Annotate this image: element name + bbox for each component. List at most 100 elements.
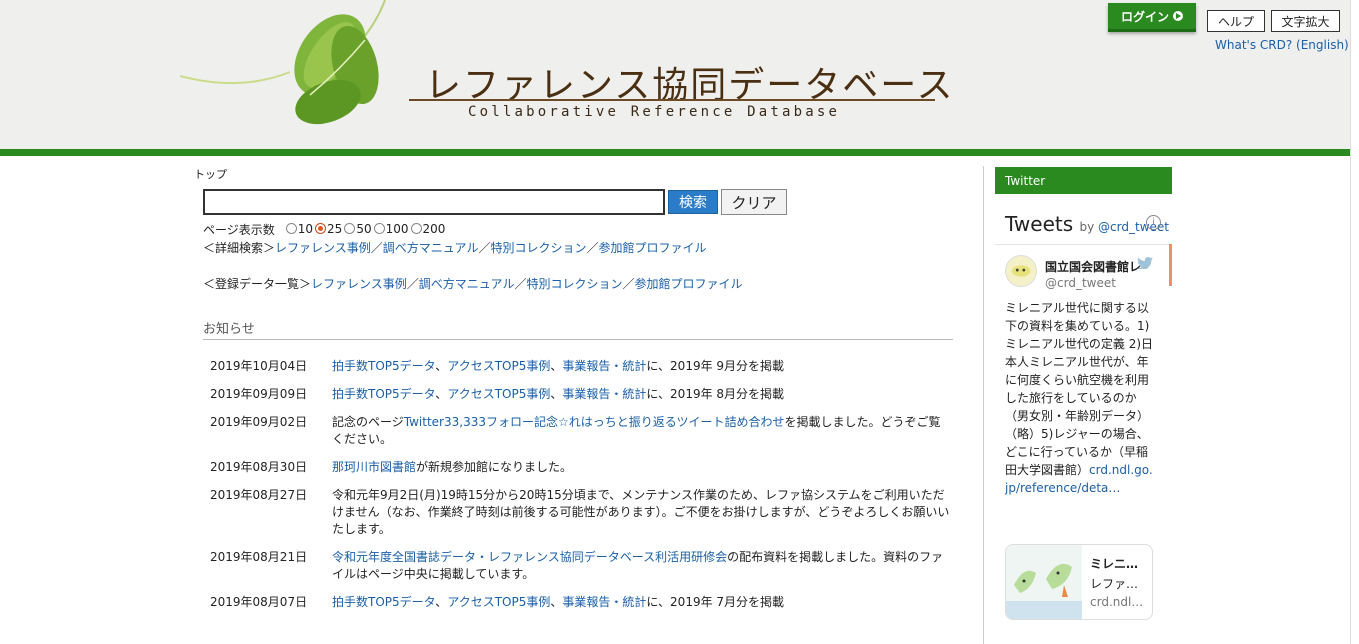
- page-size-radio-200[interactable]: 200: [410, 222, 445, 236]
- card-description: レファ…: [1090, 577, 1139, 591]
- notice-link[interactable]: アクセスTOP5事例: [447, 387, 550, 401]
- login-label: ログイン: [1120, 9, 1169, 24]
- mascot-icon: [1011, 265, 1031, 277]
- tweet-account-name[interactable]: 国立国会図書館レ: [1045, 258, 1140, 275]
- tweets-title: Tweets by @crd_tweet: [1005, 212, 1169, 236]
- notice-text: 拍手数TOP5データ、アクセスTOP5事例、事業報告・統計に、2019年 8月分…: [332, 386, 952, 403]
- radio-icon[interactable]: [315, 223, 327, 235]
- notice-text-part: 、: [435, 595, 448, 609]
- page-size-option-label: 50: [356, 221, 372, 236]
- separator: ／: [478, 241, 491, 255]
- arrow-right-icon: [1173, 11, 1183, 21]
- registered-data-link[interactable]: 調べ方マニュアル: [419, 277, 515, 291]
- notice-link[interactable]: 事業報告・統計: [562, 387, 646, 401]
- notice-link[interactable]: Twitter33,333フォロー記念☆れはっちと振り返るツイート詰め合わせ: [404, 415, 785, 429]
- radio-icon[interactable]: [373, 223, 385, 235]
- notice-link[interactable]: 拍手数TOP5データ: [332, 359, 435, 373]
- leaf-logo-icon: [180, 0, 386, 125]
- login-button[interactable]: ログイン: [1108, 3, 1196, 32]
- twitter-bird-icon[interactable]: [1137, 257, 1153, 270]
- registered-data-links: ＜登録データ一覧＞レファレンス事例／調べ方マニュアル／特別コレクション／参加館プ…: [203, 275, 743, 292]
- notice-date: 2019年09月02日: [210, 415, 308, 429]
- card-url: crd.ndl…: [1090, 595, 1144, 609]
- separator: ／: [586, 241, 599, 255]
- separator: ／: [622, 277, 635, 291]
- whats-crd-link[interactable]: What's CRD? (English): [1215, 38, 1349, 52]
- notice-text: 令和元年度全国書誌データ・レファレンス協同データベース利活用研修会の配布資料を掲…: [332, 549, 952, 583]
- detail-search-link[interactable]: 調べ方マニュアル: [383, 241, 479, 255]
- avatar[interactable]: [1005, 255, 1037, 287]
- notice-date: 2019年08月07日: [210, 595, 308, 609]
- page-size-option-label: 10: [297, 221, 314, 236]
- tweet-body: ミレニアル世代に関する以下の資料を集めている。1)ミレニアル世代の定義 2)日本…: [1005, 301, 1154, 477]
- help-button[interactable]: ヘルプ: [1207, 10, 1265, 32]
- notice-link[interactable]: 拍手数TOP5データ: [332, 387, 435, 401]
- logo-underline: [409, 99, 935, 101]
- notice-link[interactable]: 拍手数TOP5データ: [332, 595, 435, 609]
- radio-icon[interactable]: [410, 223, 422, 235]
- tweet-account-handle[interactable]: @crd_tweet: [1045, 276, 1116, 290]
- notice-text-part: に、2019年 7月分を掲載: [646, 595, 785, 609]
- registered-data-prefix: ＜登録データ一覧＞: [203, 277, 312, 291]
- notice-text-part: 、: [435, 359, 448, 373]
- detail-search-link[interactable]: レファレンス事例: [275, 241, 371, 255]
- search-button[interactable]: 検索: [668, 190, 718, 214]
- notice-link[interactable]: 令和元年度全国書誌データ・レファレンス協同データベース利活用研修会: [332, 550, 727, 564]
- notice-link[interactable]: 那珂川市図書館: [332, 460, 416, 474]
- notice-link[interactable]: 事業報告・統計: [562, 359, 646, 373]
- notice-row: 2019年09月09日 拍手数TOP5データ、アクセスTOP5事例、事業報告・統計…: [203, 386, 953, 403]
- search-input[interactable]: [203, 189, 665, 215]
- tweet-link-card[interactable]: ミレニ… レファ… crd.ndl…: [1005, 544, 1153, 620]
- notice-link[interactable]: 事業報告・統計: [562, 595, 646, 609]
- page-size-radio-50[interactable]: 50: [344, 221, 372, 236]
- notice-row: 2019年08月30日 那珂川市図書館が新規参加館になりました。: [203, 459, 953, 476]
- notice-row: 2019年10月04日 拍手数TOP5データ、アクセスTOP5事例、事業報告・統計…: [203, 358, 953, 375]
- text-zoom-button[interactable]: 文字拡大: [1271, 10, 1340, 32]
- registered-data-link[interactable]: 参加館プロファイル: [635, 277, 743, 291]
- info-icon[interactable]: i: [1146, 215, 1161, 230]
- page-size-radio-100[interactable]: 100: [373, 221, 409, 236]
- notice-row: 2019年08月07日 拍手数TOP5データ、アクセスTOP5事例、事業報告・統計…: [203, 594, 953, 611]
- notice-date: 2019年10月04日: [210, 359, 308, 373]
- page-size-selector: ページ表示数 10 25 50 100 200: [203, 221, 447, 238]
- registered-data-link[interactable]: レファレンス事例: [311, 277, 407, 291]
- twitter-timeline[interactable]: Tweets by @crd_tweet i 国立国会図書館レ @crd_twe…: [995, 200, 1172, 644]
- timeline-scroll-indicator[interactable]: [1169, 244, 1172, 286]
- logo-subtitle: Collaborative Reference Database: [468, 104, 841, 120]
- notice-text-part: 令和元年9月2日(月)19時15分から20時15分頃まで、メンテナンス作業のため…: [332, 488, 950, 536]
- notice-date: 2019年08月30日: [210, 460, 308, 474]
- tweets-by-word: by: [1079, 220, 1095, 234]
- notices-heading: お知らせ: [203, 322, 255, 337]
- notice-text: 記念のページTwitter33,333フォロー記念☆れはっちと振り返るツイート詰…: [332, 414, 952, 448]
- page-size-option-label: 100: [385, 221, 409, 236]
- notice-text-part: が新規参加館になりました。: [416, 460, 573, 474]
- notices-divider: [203, 339, 953, 340]
- page-size-option-label: 25: [327, 221, 343, 236]
- notice-date: 2019年09月09日: [210, 387, 308, 401]
- notice-text: 拍手数TOP5データ、アクセスTOP5事例、事業報告・統計に、2019年 9月分…: [332, 358, 952, 375]
- scrollbar[interactable]: [1350, 0, 1359, 644]
- registered-data-link[interactable]: 特別コレクション: [526, 277, 622, 291]
- card-thumbnail: [1006, 545, 1082, 619]
- radio-icon[interactable]: [344, 223, 356, 235]
- mascot-illustration-icon: [1006, 563, 1082, 619]
- tweets-separator: [995, 244, 1172, 245]
- notice-link[interactable]: アクセスTOP5事例: [447, 359, 550, 373]
- breadcrumb[interactable]: トップ: [194, 166, 227, 182]
- notice-link[interactable]: アクセスTOP5事例: [447, 595, 550, 609]
- detail-search-link[interactable]: 特別コレクション: [490, 241, 586, 255]
- page-size-options: 10 25 50 100 200: [285, 221, 448, 238]
- notice-text-part: に、2019年 9月分を掲載: [646, 359, 785, 373]
- detail-search-links: ＜詳細検索＞レファレンス事例／調べ方マニュアル／特別コレクション／参加館プロファ…: [203, 239, 707, 256]
- radio-icon[interactable]: [285, 223, 297, 235]
- notice-text: 令和元年9月2日(月)19時15分から20時15分頃まで、メンテナンス作業のため…: [332, 487, 952, 538]
- page-size-radio-25[interactable]: 25: [315, 222, 342, 236]
- clear-button[interactable]: クリア: [721, 189, 787, 215]
- notice-text-part: 、: [550, 595, 563, 609]
- tweets-heading: Tweets: [1005, 212, 1074, 236]
- page-size-radio-10[interactable]: 10: [285, 221, 314, 236]
- notice-text-part: 記念のページ: [332, 415, 404, 429]
- detail-search-link[interactable]: 参加館プロファイル: [599, 241, 707, 255]
- notice-date: 2019年08月27日: [210, 488, 308, 502]
- notice-text-part: 、: [550, 387, 563, 401]
